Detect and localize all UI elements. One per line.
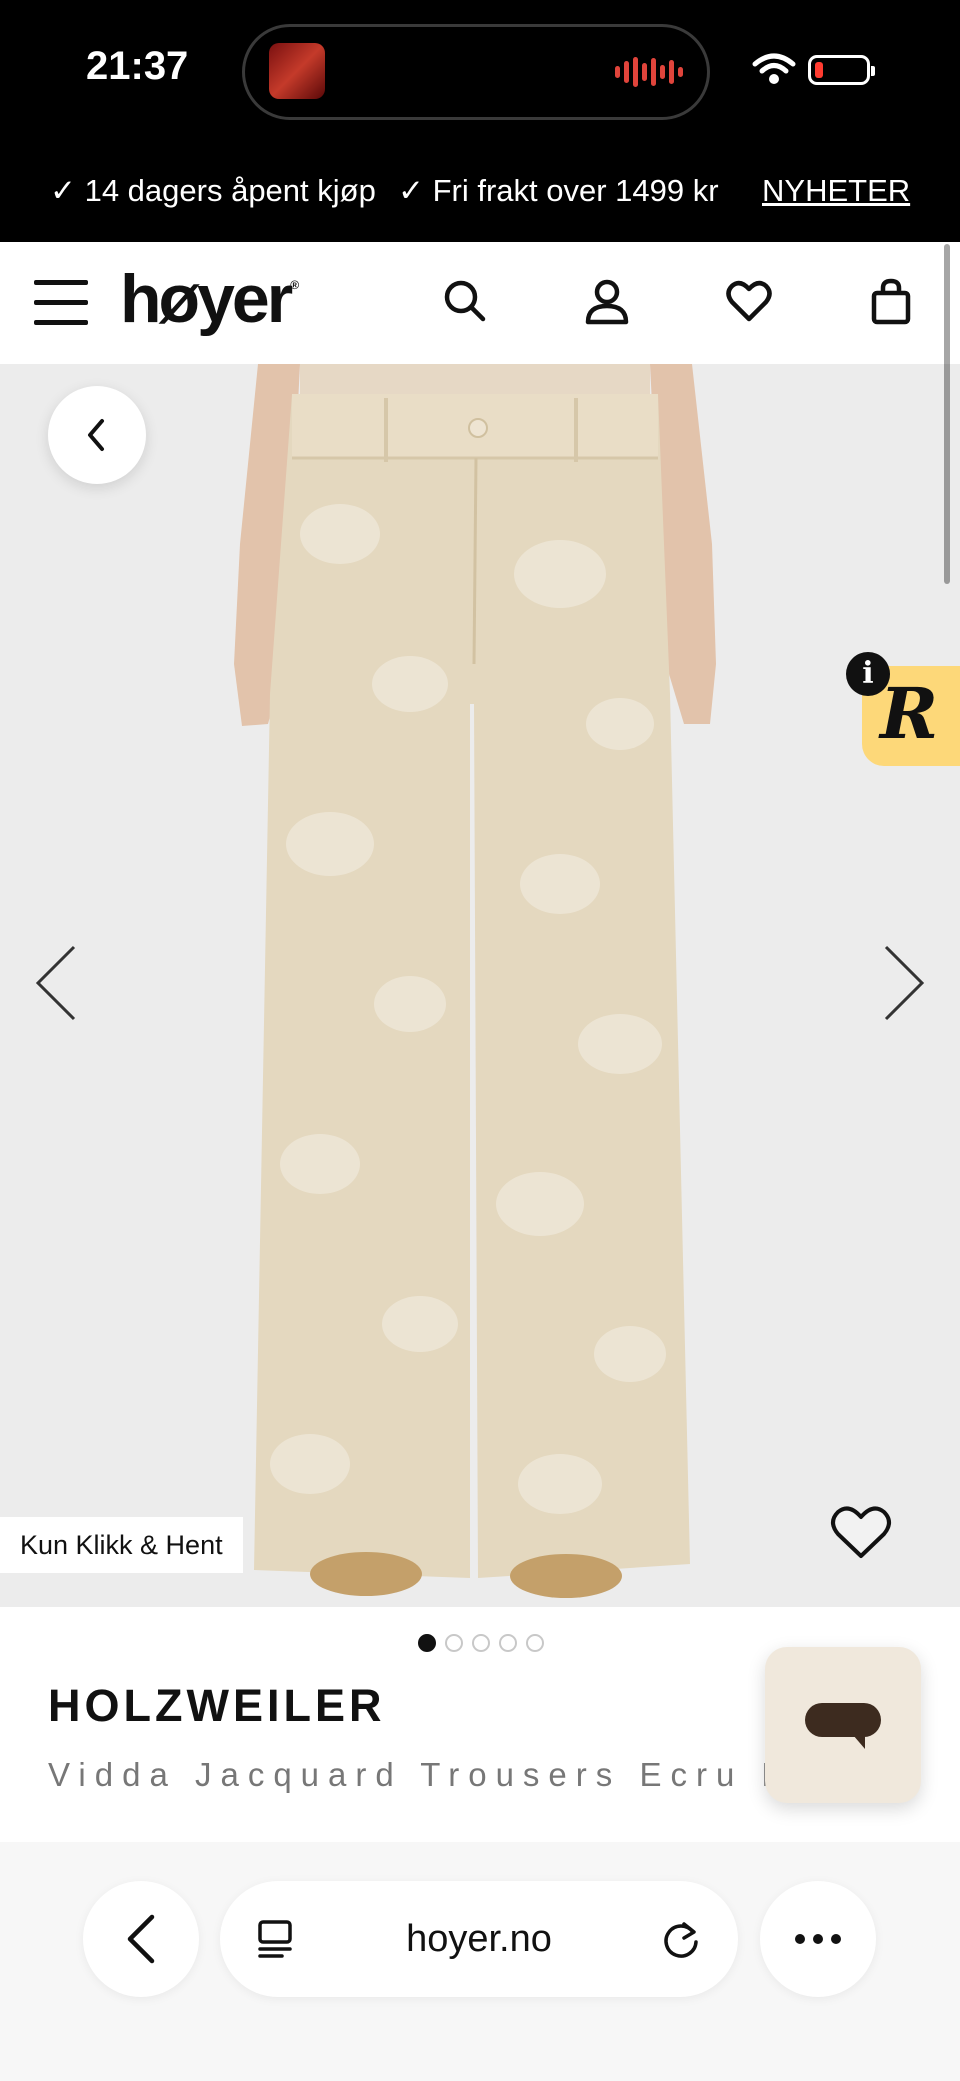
- now-playing-artwork: [269, 43, 325, 99]
- brand-logo[interactable]: høyer®: [120, 260, 299, 338]
- gallery-pagination: [418, 1634, 544, 1652]
- product-name: Vidda Jacquard Trousers Ecru Mi: [48, 1756, 768, 1793]
- ellipsis-dot-icon: [831, 1934, 841, 1944]
- status-time: 21:37: [86, 44, 189, 88]
- wishlist-heart-icon[interactable]: [830, 1504, 892, 1560]
- ellipsis-dot-icon: [813, 1934, 823, 1944]
- more-options-button[interactable]: [760, 1881, 876, 1997]
- product-image[interactable]: [0, 364, 960, 1607]
- back-button[interactable]: [48, 386, 146, 484]
- trousers-photo: [234, 364, 716, 1598]
- promo-open-purchase: ✓ 14 dagers åpent kjøp: [50, 173, 376, 208]
- user-icon[interactable]: [584, 278, 630, 326]
- pagination-dot-2[interactable]: [445, 1634, 463, 1652]
- bag-icon[interactable]: [868, 278, 914, 326]
- info-icon[interactable]: i: [846, 652, 890, 696]
- click-collect-badge: Kun Klikk & Hent: [0, 1517, 243, 1573]
- wifi-icon: [752, 53, 796, 84]
- chat-button[interactable]: [765, 1647, 921, 1803]
- pagination-dot-3[interactable]: [472, 1634, 490, 1652]
- ellipsis-dot-icon: [795, 1934, 805, 1944]
- previous-image-arrow-icon[interactable]: [34, 945, 78, 1021]
- site-header: høyer®: [0, 242, 960, 364]
- chevron-left-icon: [127, 1914, 155, 1964]
- pagination-dot-4[interactable]: [499, 1634, 517, 1652]
- promo-banner: ✓ 14 dagers åpent kjøp ✓ Fri frakt over …: [0, 145, 960, 242]
- dynamic-island[interactable]: [242, 24, 710, 120]
- pagination-dot-1[interactable]: [418, 1634, 436, 1652]
- news-link[interactable]: NYHETER: [762, 173, 910, 209]
- promo-free-shipping: ✓ Fri frakt over 1499 kr: [398, 173, 719, 208]
- browser-back-button[interactable]: [83, 1881, 199, 1997]
- menu-icon[interactable]: [34, 280, 88, 326]
- reload-icon[interactable]: [660, 1918, 702, 1960]
- page-scrollbar[interactable]: [944, 244, 950, 584]
- next-image-arrow-icon[interactable]: [882, 945, 926, 1021]
- heart-icon[interactable]: [726, 278, 772, 324]
- search-icon[interactable]: [442, 278, 488, 324]
- chevron-left-icon: [88, 419, 104, 451]
- audio-waveform-icon: [615, 55, 683, 89]
- chat-bubble-icon: [805, 1703, 881, 1749]
- address-bar[interactable]: hoyer.no: [220, 1881, 738, 1997]
- review-widget-logo: R: [880, 672, 939, 755]
- status-bar: 21:37: [0, 0, 960, 145]
- pagination-dot-5[interactable]: [526, 1634, 544, 1652]
- battery-icon: [808, 55, 875, 85]
- product-brand[interactable]: HOLZWEILER: [48, 1680, 385, 1732]
